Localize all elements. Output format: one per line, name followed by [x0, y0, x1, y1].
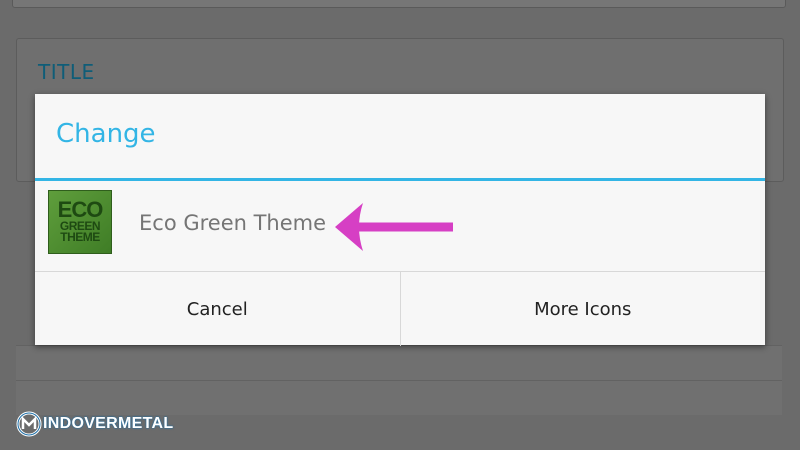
theme-icon-line: ECO — [57, 197, 104, 223]
background-card-top — [12, 0, 786, 8]
watermark-text: INDOVERMETAL — [43, 415, 174, 432]
pointer-arrow-icon — [335, 203, 453, 251]
change-icon-dialog: Change ECO GREEN THEME Eco Green Theme C… — [35, 94, 765, 346]
dialog-button-bar: Cancel More Icons — [35, 271, 765, 346]
cancel-button[interactable]: Cancel — [35, 272, 401, 346]
option-eco-green-theme[interactable]: ECO GREEN THEME Eco Green Theme — [35, 181, 765, 271]
watermark-logo-icon — [16, 411, 42, 437]
dialog-header: Change — [35, 94, 765, 178]
option-label: Eco Green Theme — [139, 211, 327, 235]
dialog-title: Change — [56, 119, 156, 149]
background-card-title: TITLE — [38, 60, 95, 84]
background-list-row — [16, 345, 782, 380]
more-icons-button[interactable]: More Icons — [401, 272, 766, 346]
eco-green-theme-icon: ECO GREEN THEME — [48, 190, 112, 254]
theme-icon-line: THEME — [60, 230, 100, 245]
watermark: INDOVERMETAL — [16, 410, 173, 438]
